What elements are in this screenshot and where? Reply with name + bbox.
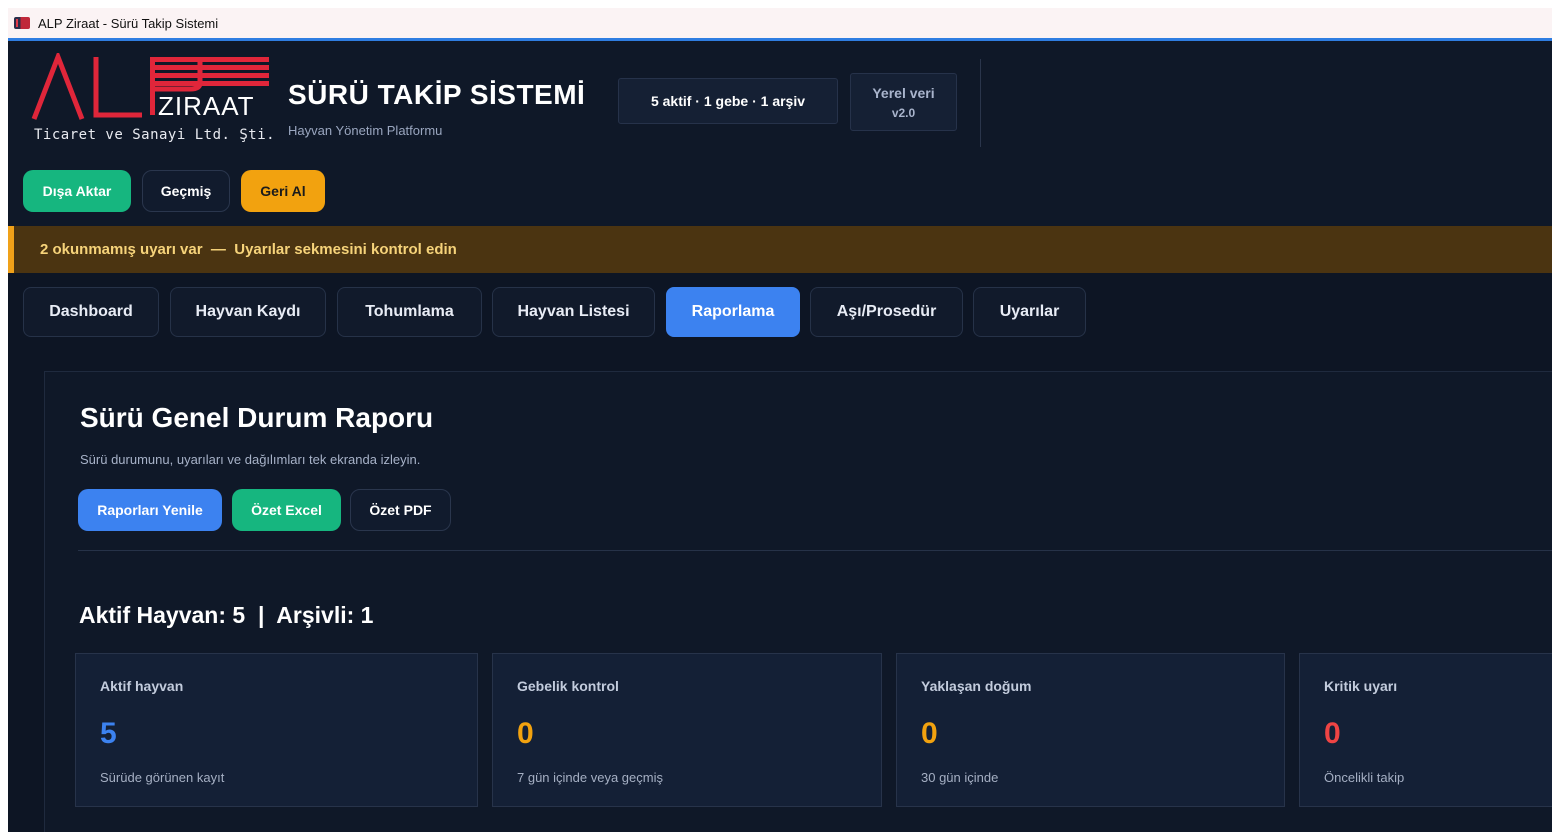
app-root: ZIRAAT Ticaret ve Sanayi Ltd. Şti. SÜRÜ … [8,41,1552,832]
card-label: Yaklaşan doğum [921,678,1032,694]
history-button[interactable]: Geçmiş [142,170,230,212]
stat-card-active-animals: Aktif hayvan 5 Sürüde görünen kayıt [75,653,478,807]
herd-summary-badge: 5 aktif · 1 gebe · 1 arşiv [618,78,838,124]
tab-animal-list[interactable]: Hayvan Listesi [492,287,655,337]
summary-excel-button[interactable]: Özet Excel [232,489,341,531]
window-titlebar: ALP Ziraat - Sürü Takip Sistemi [8,8,1552,38]
herd-count-summary: Aktif Hayvan: 5 | Arşivli: 1 [79,602,374,628]
card-label: Kritik uyarı [1324,678,1398,694]
data-mode-label: Yerel veri [872,84,935,101]
stat-card-pregnancy-check: Gebelik kontrol 0 7 gün içinde veya geçm… [492,653,882,807]
card-note: Sürüde görünen kayıt [100,770,225,785]
report-divider [78,550,1552,551]
alert-text: 2 okunmamış uyarı var — Uyarılar sekmesi… [40,241,457,258]
tab-vaccine-procedure[interactable]: Aşı/Prosedür [810,287,963,337]
card-label: Gebelik kontrol [517,678,619,694]
logo-word: ZIRAAT [158,91,255,121]
stat-card-upcoming-birth: Yaklaşan doğum 0 30 gün içinde [896,653,1285,807]
card-value: 0 [921,717,938,750]
card-label: Aktif hayvan [100,678,184,694]
company-name: Ticaret ve Sanayi Ltd. Şti. [34,127,276,143]
version-label: v2.0 [891,105,916,120]
report-panel: Sürü Genel Durum Raporu Sürü durumunu, u… [44,371,1552,832]
tab-dashboard[interactable]: Dashboard [23,287,159,337]
card-note: 30 gün içinde [921,770,999,785]
app-title: SÜRÜ TAKİP SİSTEMİ [288,79,586,110]
header-divider [980,59,981,147]
tab-reporting[interactable]: Raporlama [666,287,800,337]
card-value: 0 [1324,717,1341,750]
report-description: Sürü durumunu, uyarıları ve dağılımları … [80,452,421,467]
export-button[interactable]: Dışa Aktar [23,170,131,212]
app-subtitle: Hayvan Yönetim Platformu [288,123,443,138]
summary-pdf-button[interactable]: Özet PDF [350,489,451,531]
tab-alerts[interactable]: Uyarılar [973,287,1086,337]
stat-card-critical-alert: Kritik uyarı 0 Öncelikli takip [1299,653,1552,807]
report-title: Sürü Genel Durum Raporu [80,402,434,433]
window-title: ALP Ziraat - Sürü Takip Sistemi [38,15,219,31]
card-note: Öncelikli takip [1324,770,1405,785]
tab-animal-registration[interactable]: Hayvan Kaydı [170,287,326,337]
app-logo-icon [14,17,30,29]
tab-insemination[interactable]: Tohumlama [337,287,482,337]
undo-button[interactable]: Geri Al [241,170,325,212]
refresh-reports-button[interactable]: Raporları Yenile [78,489,222,531]
header: ZIRAAT Ticaret ve Sanayi Ltd. Şti. SÜRÜ … [8,41,1552,226]
data-mode-badge: Yerel veri v2.0 [850,73,957,131]
card-value: 0 [517,717,534,750]
unread-alert-banner[interactable]: 2 okunmamış uyarı var — Uyarılar sekmesi… [8,226,1552,273]
card-note: 7 gün içinde veya geçmiş [517,770,663,785]
card-value: 5 [100,717,117,750]
